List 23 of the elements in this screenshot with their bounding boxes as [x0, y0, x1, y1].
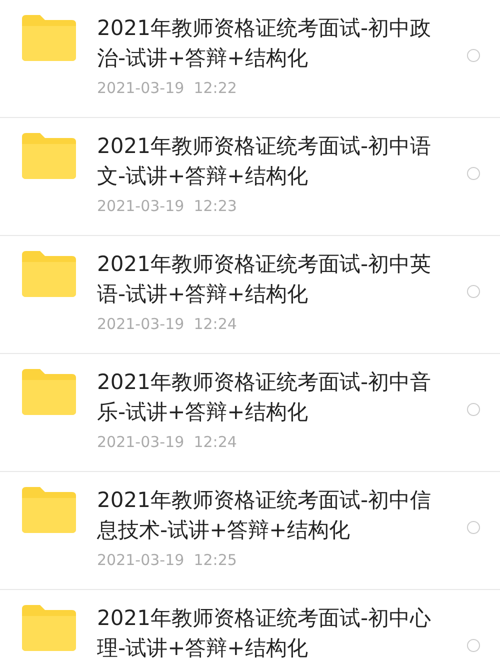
file-date: 2021-03-19 12:24 [97, 433, 238, 451]
file-name[interactable]: 2021年教师资格证统考面试-初中政治-试讲+答辩+结构化 [97, 13, 437, 73]
file-name[interactable]: 2021年教师资格证统考面试-初中英语-试讲+答辩+结构化 [97, 249, 437, 309]
file-name[interactable]: 2021年教师资格证统考面试-初中信息技术-试讲+答辩+结构化 [97, 485, 437, 545]
file-name[interactable]: 2021年教师资格证统考面试-初中语文-试讲+答辩+结构化 [97, 131, 437, 191]
select-radio[interactable] [467, 403, 480, 416]
select-radio[interactable] [467, 167, 480, 180]
file-date: 2021-03-19 12:24 [97, 315, 238, 333]
file-date: 2021-03-19 12:25 [97, 551, 238, 569]
file-name[interactable]: 2021年教师资格证统考面试-初中音乐-试讲+答辩+结构化 [97, 367, 437, 427]
file-date: 2021-03-19 12:22 [97, 79, 238, 97]
folder-icon [22, 251, 76, 297]
select-radio[interactable] [467, 49, 480, 62]
folder-icon [22, 133, 76, 179]
select-radio[interactable] [467, 285, 480, 298]
folder-icon [22, 487, 76, 533]
folder-icon [22, 605, 76, 651]
folder-icon [22, 369, 76, 415]
folder-icon [22, 15, 76, 61]
select-radio[interactable] [467, 639, 480, 652]
select-radio[interactable] [467, 521, 480, 534]
file-name[interactable]: 2021年教师资格证统考面试-初中心理-试讲+答辩+结构化 [97, 603, 437, 663]
file-date: 2021-03-19 12:23 [97, 197, 238, 215]
